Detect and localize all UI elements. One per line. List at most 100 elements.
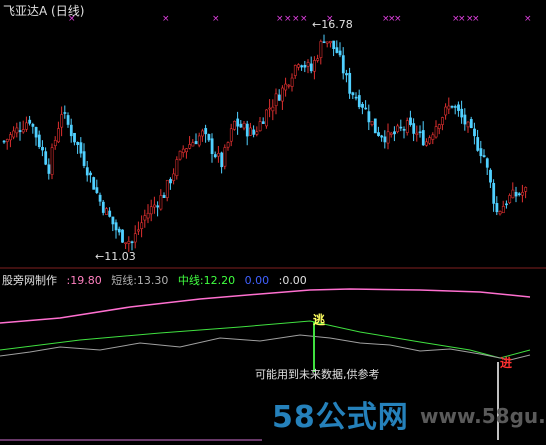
watermark-url: www.58gu.com [420,404,546,428]
candle-body [297,64,300,68]
indicator-line-main [0,288,531,324]
low-price-label: ←11.03 [95,250,136,263]
candle-body [287,84,291,87]
candle-body [15,127,19,134]
candle-body [412,123,416,134]
candle-body [31,123,35,127]
candle-body [265,109,268,127]
window-title: 飞亚达A (日线) [3,4,85,18]
candle-body [117,228,121,233]
candle-body [485,158,489,168]
candle-body [293,65,297,76]
candle-body [517,193,521,196]
candle-body [261,121,265,124]
candle-body [383,136,387,143]
candle-body [34,127,38,138]
candle-body [511,189,515,199]
candle-body [185,148,188,153]
candle-body [300,65,304,68]
candle-body [249,127,252,136]
candle-body [12,130,16,138]
candle-body [370,121,374,125]
indicator-line-mid [0,320,531,359]
candle-body [313,60,316,72]
signal-marker-x: × [284,14,292,24]
candle-body [399,126,403,129]
candle-body [364,107,368,110]
candle-body [338,50,342,56]
candle-body [258,121,262,132]
candle-body [290,77,294,87]
future-data-warning: 可能用到未来数据,供参考 [255,368,380,381]
candle-body [319,41,323,58]
candle-body [149,206,153,215]
signal-marker-x: × [472,14,480,24]
candle-body [389,132,393,135]
candle-body [255,131,259,135]
candle-body [277,94,281,101]
signal-marker-x: × [300,14,308,24]
candle-body [28,119,32,124]
signal-marker-x: × [212,14,220,24]
candle-body [159,195,163,210]
candle-body [89,172,92,176]
candle-body [441,117,444,125]
signal-marker-x: × [458,14,466,24]
candle-body [175,159,179,176]
candle-body [197,135,201,146]
candle-body [220,152,224,168]
candle-body [217,153,220,157]
candle-body [191,142,195,147]
candle-body [460,108,464,118]
candle-body [21,129,25,133]
candle-body [476,137,480,151]
candle-body [105,208,108,215]
candle-body [421,130,425,146]
candle-body [377,132,380,136]
candle-body [181,148,185,153]
candle-body [108,210,112,217]
candle-body [357,95,361,108]
candle-body [335,47,339,53]
candle-body [332,40,336,49]
indicator-value-main: :19.80 [66,274,102,287]
indicator-value-blue: 0.00 [244,274,270,287]
candle-body [213,154,217,158]
candle-body [393,131,396,135]
candle-body [25,122,28,130]
candle-body [210,138,214,154]
candle-body [495,203,499,213]
indicator-name: 股旁网制作 [2,274,57,287]
candle-body [402,129,406,131]
candle-body [233,120,236,130]
watermark-logo: 58公式网 [272,400,409,435]
signal-marker-x: × [162,14,170,24]
candle-body [79,142,83,154]
candle-body [121,229,124,243]
candle-body [245,123,249,137]
candle-body [226,142,230,148]
candle-body [463,114,467,125]
candle-body [252,129,256,135]
indicator-legend: 股旁网制作 :19.80 短线:13.30 中线:12.20 0.00 :0.0… [2,272,313,288]
candle-body [47,164,51,174]
arrow-left-icon: ← [312,18,322,31]
candle-body [162,194,166,198]
candle-body [489,169,492,183]
high-price-label: ←16.78 [312,18,353,31]
candle-body [82,151,86,166]
candle-body [396,125,400,132]
candle-body [482,155,486,158]
candle-body [223,147,227,167]
candle-body [479,148,483,157]
candle-body [60,114,64,128]
candle-body [133,233,137,243]
candle-body [207,134,211,141]
candle-body [306,62,310,67]
candle-body [466,121,470,128]
candle-body [316,58,320,61]
indicator-value-short: 短线:13.30 [111,274,169,287]
candle-body [114,222,118,231]
candle-body [447,105,451,110]
candle-body [473,128,476,137]
